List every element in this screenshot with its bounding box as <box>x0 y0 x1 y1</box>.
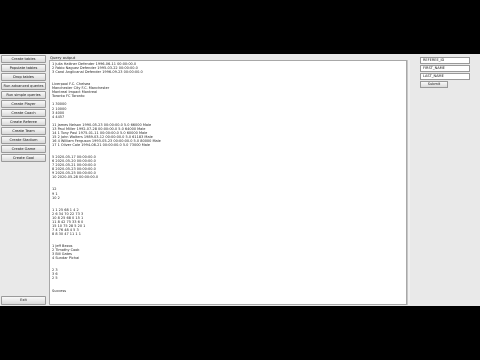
create-stadium-button[interactable]: Create Stadium <box>1 136 46 144</box>
output-scrollbar[interactable] <box>407 60 410 305</box>
create-team-button[interactable]: Create Team <box>1 127 46 135</box>
first-name-field[interactable]: FIRST_NAME <box>420 65 470 72</box>
app-window: Create tables Populate tables Drop table… <box>0 54 480 306</box>
drop-tables-button[interactable]: Drop tables <box>1 73 46 81</box>
create-tables-button[interactable]: Create tables <box>1 55 46 63</box>
create-goal-button[interactable]: Create Goal <box>1 154 46 162</box>
create-game-button[interactable]: Create Game <box>1 145 46 153</box>
submit-button[interactable]: Submit <box>420 81 448 88</box>
create-player-button[interactable]: Create Player <box>1 100 46 108</box>
output-line: Success <box>52 288 67 293</box>
query-output-area[interactable]: 1 Julia Hattner Defender 1996-06-11 00:0… <box>49 60 407 305</box>
populate-tables-button[interactable]: Populate tables <box>1 64 46 72</box>
last-name-field[interactable]: LAST_NAME <box>420 73 470 80</box>
run-advanced-queries-button[interactable]: Run advanced queries <box>1 82 46 90</box>
referee-id-field[interactable]: REFEREE_ID <box>420 57 470 64</box>
sidebar: Create tables Populate tables Drop table… <box>0 54 48 306</box>
exit-button[interactable]: Exit <box>1 296 46 305</box>
create-referee-button[interactable]: Create Referee <box>1 118 46 126</box>
run-simple-queries-button[interactable]: Run simple queries <box>1 91 46 99</box>
create-coach-button[interactable]: Create Coach <box>1 109 46 117</box>
